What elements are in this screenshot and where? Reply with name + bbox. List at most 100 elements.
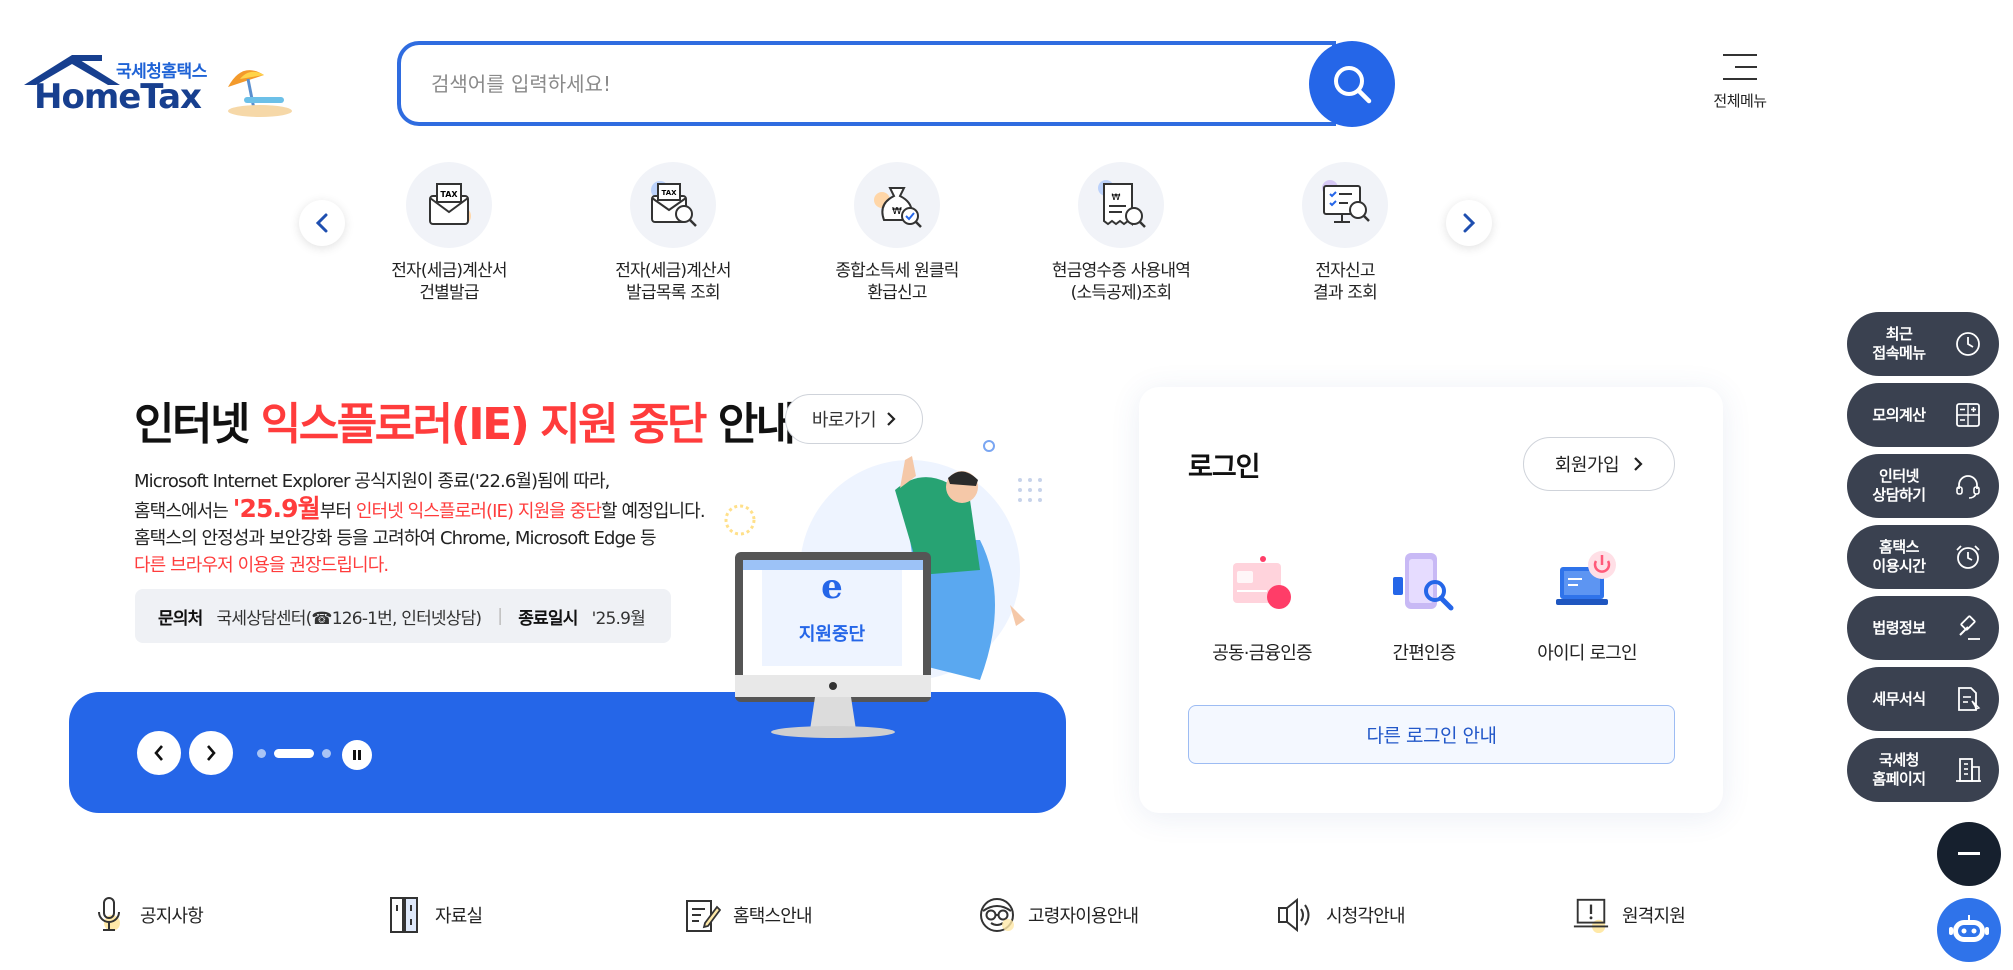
banner-title-highlight: 익스플로러(IE) 지원 중단 [260,399,708,450]
search-input[interactable] [431,65,1291,103]
side-tax-forms-button[interactable]: 세무서식 [1847,667,1999,731]
laptop-power-icon [1556,551,1616,605]
login-option-label: 간편인증 [1392,643,1456,664]
signup-label: 회원가입 [1554,455,1620,476]
bottom-link-label: 고령자이용안내 [1028,906,1139,927]
banner-title-pre: 인터넷 [134,399,261,450]
banner-next-button[interactable] [189,731,233,775]
quick-service-label: 전자(세금)계산서 건별발급 [391,261,507,303]
banner-line-2: 홈택스에서는 '25.9월부터 인터넷 익스플로러(IE) 지원을 중단할 예정… [134,495,706,525]
login-simple-auth-option[interactable]: 간편인증 [1349,547,1499,665]
banner-line-3: 홈택스의 안정성과 보안강화 등을 고려하여 Chrome, Microsoft… [134,528,657,549]
document-edit-icon [1951,682,1985,716]
pagination-dot[interactable] [257,749,266,758]
side-button-label: 모의계산 [1872,405,1926,424]
quick-service-item[interactable]: ₩ 종합소득세 원클릭 환급신고 [812,162,982,304]
info-value-end-date: '25.9월 [591,608,646,629]
login-option-label: 아이디 로그인 [1537,643,1637,664]
login-option-label: 공동·금융인증 [1212,643,1312,664]
svg-text:TAX: TAX [440,190,458,199]
side-law-button[interactable]: 법령정보 [1847,596,1999,660]
side-recent-menu-button[interactable]: 최근 접속메뉴 [1847,312,1999,376]
collapse-menu-button[interactable] [1937,822,2001,886]
side-button-label: 법령정보 [1872,618,1926,637]
menu-all-button[interactable]: 전체메뉴 [1700,54,1780,118]
login-card: 로그인 회원가입 공동·금융인증 간편인증 아이디 로그인 다른 로그인 안내 [1139,387,1723,813]
quick-service-item[interactable]: ₩ 현금영수증 사용내역 (소득공제)조회 [1036,162,1206,304]
pause-icon [353,750,361,760]
chevron-right-icon [1463,213,1476,233]
info-label-end-date: 종료일시 [518,608,578,629]
quick-service-item[interactable]: TAX 전자(세금)계산서 건별발급 [364,162,534,304]
file-cabinet-icon [385,895,423,935]
speaker-icon [1276,895,1314,935]
side-hours-button[interactable]: 홈택스 이용시간 [1847,525,1999,589]
banner-line-4: 다른 브라우저 이용을 권장드립니다. [134,555,389,576]
side-button-label: 인터넷 상담하기 [1872,467,1926,504]
search-button[interactable] [1309,41,1395,127]
svg-text:₩: ₩ [892,206,902,217]
banner-line-2-mid: 부터 [319,501,356,522]
headset-icon [1951,469,1985,503]
hometax-logo[interactable]: 국세청홈택스 HomeTax [20,55,296,125]
side-button-label: 세무서식 [1872,689,1926,708]
chevron-right-icon [887,412,896,426]
bottom-link-label: 공지사항 [140,906,204,927]
chevron-right-icon [1634,457,1643,471]
banner-prev-button[interactable] [137,731,181,775]
side-calculator-button[interactable]: 모의계산 [1847,383,1999,447]
minus-icon [1958,852,1980,855]
library-link[interactable]: 자료실 [385,893,483,937]
quick-service-label: 현금영수증 사용내역 (소득공제)조회 [1051,261,1191,303]
senior-guide-link[interactable]: 고령자이용안내 [978,893,1139,937]
svg-text:e: e [821,567,843,607]
clock-icon [1951,327,1985,361]
pagination-dot[interactable] [274,749,314,758]
laptop-alert-icon [1572,895,1610,935]
other-login-button[interactable]: 다른 로그인 안내 [1188,705,1675,764]
quick-service-item[interactable]: TAX 전자(세금)계산서 발급목록 조회 [588,162,758,304]
hamburger-icon [1723,54,1757,80]
search-box [397,41,1336,126]
side-consult-button[interactable]: 인터넷 상담하기 [1847,454,1999,518]
quick-service-label: 전자신고 결과 조회 [1313,261,1378,303]
banner-info-box: 문의처 국세상담센터(☎126-1번, 인터넷상담) | 종료일시 '25.9월 [135,589,671,643]
monitor-search-icon [1302,162,1388,248]
banner-body: Microsoft Internet Explorer 공식지원이 종료('22… [134,468,706,579]
banner-line-2-highlight: 인터넷 익스플로러(IE) 지원을 중단 [355,501,602,522]
banner-pagination [257,749,331,758]
hometax-guide-link[interactable]: 홈택스안내 [683,893,813,937]
gavel-icon [1951,611,1985,645]
quick-prev-button[interactable] [299,200,345,246]
banner-line-1: Microsoft Internet Explorer 공식지원이 종료('22… [134,471,610,492]
login-certificate-option[interactable]: 공동·금융인증 [1187,547,1337,665]
side-button-label: 홈택스 이용시간 [1872,538,1926,575]
bottom-link-label: 자료실 [435,906,483,927]
audiovisual-guide-link[interactable]: 시청각안내 [1276,893,1406,937]
pagination-dot[interactable] [322,749,331,758]
notice-link[interactable]: 공지사항 [90,893,204,937]
side-button-label: 최근 접속메뉴 [1872,325,1926,362]
chatbot-button[interactable] [1937,898,2001,962]
phone-search-icon [1393,553,1454,611]
glasses-face-icon [978,895,1016,935]
receipt-search-icon: ₩ [1078,162,1164,248]
banner-pause-button[interactable] [342,740,372,770]
signup-button[interactable]: 회원가입 [1523,437,1675,491]
bottom-link-label: 홈택스안내 [733,906,813,927]
side-button-label: 국세청 홈페이지 [1872,751,1926,788]
quick-next-button[interactable] [1446,200,1492,246]
calculator-icon [1951,398,1985,432]
info-value-contact: 국세상담센터(☎126-1번, 인터넷상담) [216,608,483,629]
chevron-left-icon [315,213,328,233]
illust-text: 지원중단 [799,624,866,645]
remote-support-link[interactable]: 원격지원 [1572,893,1686,937]
quick-service-item[interactable]: 전자신고 결과 조회 [1260,162,1430,304]
login-title: 로그인 [1188,452,1261,483]
note-pencil-icon [683,895,721,935]
login-id-option[interactable]: 아이디 로그인 [1512,547,1662,665]
menu-all-label: 전체메뉴 [1713,92,1767,110]
chevron-right-icon [207,745,216,761]
money-bag-search-icon: ₩ [854,162,940,248]
side-nts-home-button[interactable]: 국세청 홈페이지 [1847,738,1999,802]
